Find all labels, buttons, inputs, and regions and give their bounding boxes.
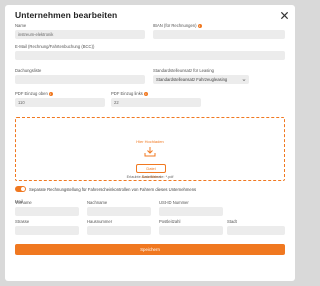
location-label: Standardstelleunsatz für Leasing <box>153 68 214 73</box>
pdf-right-label: PDF Einzug links i <box>111 91 148 96</box>
first-name-field[interactable] <box>15 207 79 216</box>
last-name-field[interactable] <box>87 207 151 216</box>
info-icon: i <box>48 91 53 96</box>
prefix-label: Dachungsliste <box>15 68 42 73</box>
email-label: E-Mail (Rechnung/Fahrtenbuchung (BCC)) <box>15 44 95 49</box>
email-field[interactable] <box>15 51 285 60</box>
pdf-left-field[interactable] <box>15 98 105 107</box>
name-label: Name <box>15 23 27 28</box>
allowed-formats-text: Erlaubte Dateiformate: *.pdf <box>126 175 174 179</box>
choose-file-button[interactable]: Datei auswählen <box>136 164 166 179</box>
name-field[interactable] <box>15 30 145 39</box>
postal-code-field[interactable] <box>159 226 223 235</box>
info-icon: i <box>143 91 148 96</box>
close-icon[interactable] <box>280 11 289 20</box>
iban-label: IBAN (für Rechnungen) i <box>153 23 202 28</box>
dialog-title: Unternehmen bearbeiten <box>15 10 118 20</box>
toggle-knob <box>20 186 26 192</box>
iban-field[interactable] <box>153 30 285 39</box>
vat-id-field[interactable] <box>159 207 223 216</box>
house-number-field[interactable] <box>87 226 151 235</box>
save-button[interactable]: Speichern <box>15 244 285 255</box>
location-select[interactable]: Standardstelleansatz Fahrzeugleasing <box>153 75 249 84</box>
prefix-field[interactable] <box>15 75 145 84</box>
vat-id-label: USt-ID Nummer <box>159 200 189 205</box>
postal-code-label: Postleitzahl <box>159 219 181 224</box>
separate-billing-label: Separate Rechnungstellung für Fahrersche… <box>29 187 197 192</box>
city-field[interactable] <box>227 226 285 235</box>
house-number-label: Hausnummer <box>87 219 113 224</box>
city-label: Stadt <box>227 219 237 224</box>
separate-billing-toggle[interactable] <box>15 186 26 192</box>
pdf-right-field[interactable] <box>111 98 201 107</box>
street-field[interactable] <box>15 226 79 235</box>
street-label: Strasse <box>15 219 30 224</box>
location-select-value: Standardstelleansatz Fahrzeugleasing <box>156 77 228 82</box>
last-name-label: Nachname <box>87 200 108 205</box>
info-icon: i <box>197 23 202 28</box>
chevron-down-icon <box>242 78 246 81</box>
upload-dropzone[interactable]: Hier Hochladen Datei auswählen Erlaubte … <box>15 117 285 181</box>
first-name-label: Vorname <box>15 200 32 205</box>
upload-icon <box>144 147 156 157</box>
upload-label: Hier Hochladen <box>136 139 164 144</box>
pdf-left-label: PDF Einzug oben i <box>15 91 53 96</box>
edit-company-dialog: Unternehmen bearbeiten Name IBAN (für Re… <box>5 5 295 281</box>
